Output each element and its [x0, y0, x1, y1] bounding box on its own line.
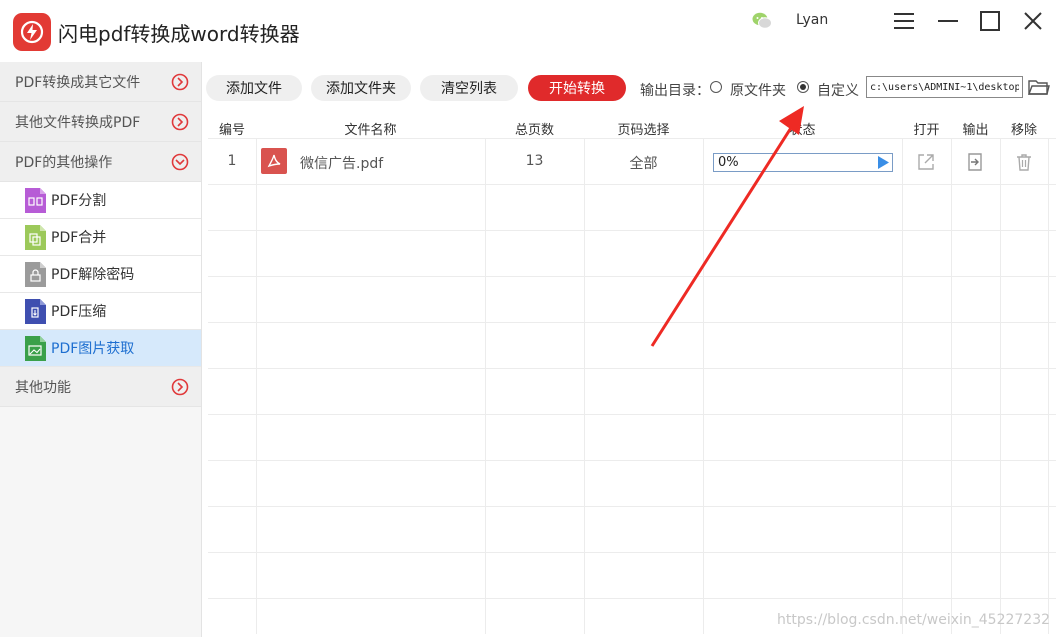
progress-text: 0% [718, 155, 739, 170]
menu-icon[interactable] [891, 8, 917, 34]
header-pages: 总页数 [514, 123, 554, 138]
sidebar-category-other-to-pdf[interactable]: 其他文件转换成PDF [0, 102, 201, 142]
export-icon[interactable] [965, 152, 985, 172]
table-header: 编号 文件名称 总页数 页码选择 状态 打开 输出 移除 [208, 116, 1056, 138]
user-name[interactable]: Lyan [796, 12, 828, 28]
row-pages: 13 [525, 153, 544, 169]
grid-divider [208, 506, 1056, 507]
sidebar-category-pdf-to-other[interactable]: PDF转换成其它文件 [0, 62, 201, 102]
output-dir-label: 输出目录： [640, 83, 710, 99]
grid-divider [208, 276, 1056, 277]
row-num: 1 [227, 153, 237, 169]
grid-divider [256, 138, 257, 634]
open-external-icon[interactable] [916, 152, 936, 172]
file-table: 编号 文件名称 总页数 页码选择 状态 打开 输出 移除 1 微信广告.pdf … [208, 116, 1056, 637]
header-status: 状态 [789, 123, 816, 138]
chevron-right-icon [171, 378, 189, 396]
close-icon[interactable] [1020, 8, 1046, 34]
chevron-right-icon [171, 113, 189, 131]
sidebar-item-label: PDF分割 [51, 193, 107, 209]
sidebar-item-label: PDF图片获取 [51, 341, 135, 357]
output-path-input[interactable] [866, 76, 1023, 98]
sidebar-item-pdf-image-extract[interactable]: PDF图片获取 [0, 330, 201, 367]
play-icon[interactable] [877, 156, 889, 169]
grid-divider [208, 184, 1056, 185]
chevron-down-icon [171, 153, 189, 171]
grid-divider [703, 138, 704, 634]
grid-divider [208, 460, 1056, 461]
grid-divider [208, 368, 1056, 369]
header-remove: 移除 [1010, 123, 1037, 138]
grid-divider [902, 138, 903, 634]
table-row[interactable]: 1 微信广告.pdf 13 全部 0% [208, 138, 1056, 184]
toolbar: 添加文件 添加文件夹 清空列表 开始转换 输出目录： 原文件夹 自定义 [206, 72, 1056, 104]
sidebar-category-label: 其他功能 [15, 379, 71, 396]
custom-folder-radio[interactable] [797, 81, 809, 93]
add-file-button[interactable]: 添加文件 [206, 75, 302, 101]
sidebar-category-label: PDF的其他操作 [15, 154, 113, 171]
watermark-text: https://blog.csdn.net/weixin_45227232 [777, 612, 1051, 628]
pdf-merge-icon [25, 225, 46, 250]
trash-icon[interactable] [1014, 152, 1034, 172]
sidebar-item-pdf-unlock[interactable]: PDF解除密码 [0, 256, 201, 293]
grid-divider [1048, 138, 1049, 634]
minimize-icon[interactable] [935, 8, 961, 34]
grid-divider [951, 138, 952, 634]
app-logo-icon [13, 13, 51, 51]
original-folder-label[interactable]: 原文件夹 [730, 80, 786, 100]
sidebar-category-other-functions[interactable]: 其他功能 [0, 367, 201, 407]
row-file-name: 微信广告.pdf [300, 156, 384, 172]
sidebar-item-pdf-split[interactable]: PDF分割 [0, 182, 201, 219]
title-bar: 闪电pdf转换成word转换器 Lyan [0, 0, 1056, 62]
grid-divider [208, 598, 1056, 599]
progress-bar: 0% [713, 153, 893, 172]
grid-divider [208, 230, 1056, 231]
header-name: 文件名称 [344, 123, 397, 138]
custom-folder-label[interactable]: 自定义 [817, 80, 859, 100]
wechat-icon[interactable] [751, 10, 773, 32]
grid-divider [584, 138, 585, 634]
pdf-image-icon [25, 336, 46, 361]
start-convert-button[interactable]: 开始转换 [528, 75, 626, 101]
grid-divider [208, 552, 1056, 553]
sidebar-category-pdf-other-ops[interactable]: PDF的其他操作 [0, 142, 201, 182]
pdf-split-icon [25, 188, 46, 213]
sidebar-item-pdf-compress[interactable]: PDF压缩 [0, 293, 201, 330]
chevron-right-icon [171, 73, 189, 91]
sidebar-item-label: PDF解除密码 [51, 267, 135, 283]
pdf-file-icon [261, 148, 287, 174]
pdf-unlock-icon [25, 262, 46, 287]
grid-divider [208, 414, 1056, 415]
header-open: 打开 [913, 123, 940, 138]
pdf-compress-icon [25, 299, 46, 324]
app-window: 闪电pdf转换成word转换器 Lyan PDF转换成其它文件 其他文件转换成P… [0, 0, 1056, 637]
original-folder-radio[interactable] [710, 81, 722, 93]
grid-divider [208, 322, 1056, 323]
sidebar-item-label: PDF压缩 [51, 304, 107, 320]
grid-divider [1000, 138, 1001, 634]
maximize-icon[interactable] [977, 8, 1003, 34]
app-title: 闪电pdf转换成word转换器 [58, 22, 300, 46]
header-page-select: 页码选择 [617, 123, 670, 138]
grid-divider [485, 138, 486, 634]
sidebar-item-label: PDF合并 [51, 230, 107, 246]
clear-list-button[interactable]: 清空列表 [420, 75, 518, 101]
header-num: 编号 [218, 123, 245, 138]
add-folder-button[interactable]: 添加文件夹 [311, 75, 411, 101]
sidebar-item-pdf-merge[interactable]: PDF合并 [0, 219, 201, 256]
folder-icon[interactable] [1028, 78, 1050, 96]
sidebar-category-label: 其他文件转换成PDF [15, 114, 141, 131]
sidebar-category-label: PDF转换成其它文件 [15, 74, 141, 91]
header-output: 输出 [962, 123, 989, 138]
sidebar: PDF转换成其它文件 其他文件转换成PDF PDF的其他操作 PDF分割 PDF… [0, 62, 202, 637]
row-page-select[interactable]: 全部 [584, 153, 703, 173]
